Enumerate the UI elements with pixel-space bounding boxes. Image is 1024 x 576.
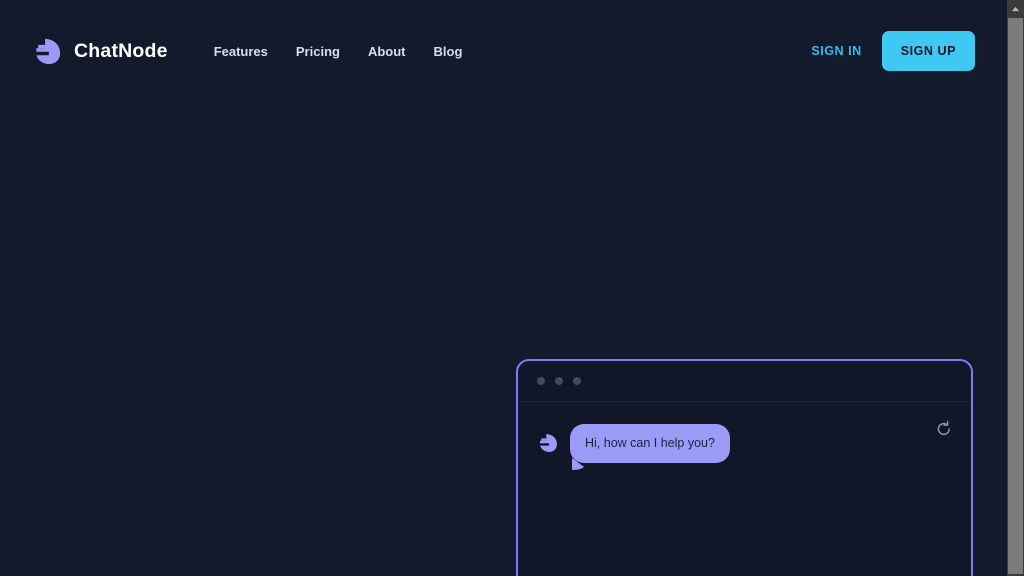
scrollbar-thumb[interactable] [1008,18,1023,574]
window-dot-3-icon [573,377,581,385]
browser-scrollbar[interactable] [1007,0,1024,576]
nav-link-blog[interactable]: Blog [420,36,477,67]
header-actions: SIGN IN SIGN UP [805,31,975,71]
chat-message-list: Hi, how can I help you? [518,402,971,463]
scroll-up-arrow-glyph [1011,6,1020,11]
main-nav: Features Pricing About Blog [200,36,477,67]
chatnode-logo-icon [34,38,61,64]
sign-in-link[interactable]: SIGN IN [805,36,867,66]
sign-up-button[interactable]: SIGN UP [881,31,975,71]
brand-logo-link[interactable]: ChatNode [32,36,168,67]
chat-message-bot: Hi, how can I help you? [537,424,955,463]
chat-bubble-text: Hi, how can I help you? [570,424,730,463]
refresh-icon-glyph [937,420,950,436]
nav-link-features[interactable]: Features [200,36,282,67]
chat-widget: Hi, how can I help you? [516,359,973,576]
nav-link-about[interactable]: About [354,36,420,67]
chatnode-avatar-icon [539,434,557,452]
nav-link-pricing[interactable]: Pricing [282,36,354,67]
brand-name: ChatNode [74,39,168,62]
site-header: ChatNode Features Pricing About Blog SIG… [0,0,1007,102]
window-dot-1-icon [537,377,545,385]
refresh-icon[interactable] [935,420,953,438]
scroll-up-arrow-icon[interactable] [1007,0,1024,17]
chat-widget-titlebar [518,361,971,402]
window-dot-2-icon [555,377,563,385]
page-viewport: ChatNode Features Pricing About Blog SIG… [0,0,1007,576]
